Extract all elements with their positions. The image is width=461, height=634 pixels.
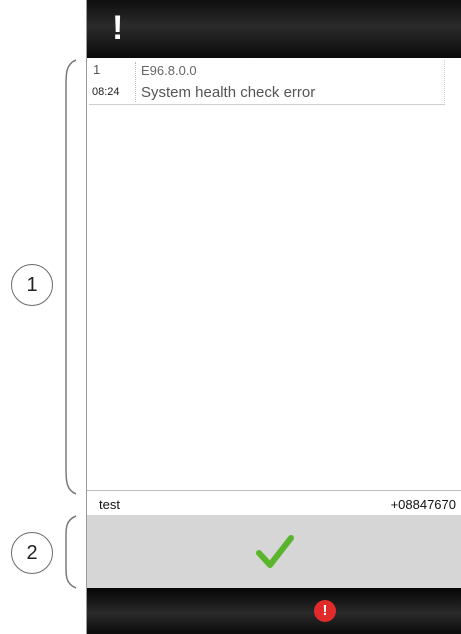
event-index: 1 [93, 62, 101, 77]
bottom-bar: ! [87, 588, 461, 634]
callout-bracket-1 [65, 59, 77, 495]
confirm-button[interactable] [87, 515, 461, 588]
error-alert-icon[interactable]: ! [314, 600, 336, 622]
event-time: 08:24 [92, 86, 120, 98]
header-bar: ! [87, 0, 461, 58]
device-value: +08847670 [390, 497, 456, 512]
callout-bracket-2 [65, 515, 77, 589]
alert-header-icon: ! [112, 9, 124, 47]
callout-number: 2 [26, 541, 38, 564]
event-list: 1 08:24 E96.8.0.0 System health check er… [87, 58, 461, 490]
list-item[interactable]: 1 08:24 E96.8.0.0 System health check er… [89, 60, 445, 105]
event-code: E96.8.0.0 [141, 63, 197, 78]
callout-1: 1 [11, 264, 53, 306]
callout-2: 2 [11, 532, 53, 574]
status-line: test +08847670 [87, 490, 461, 516]
column-divider [135, 62, 136, 102]
checkmark-icon [255, 534, 294, 568]
device-screen: ! 1 08:24 E96.8.0.0 System health check … [86, 0, 461, 634]
event-message: System health check error [141, 84, 316, 101]
device-name: test [99, 497, 120, 512]
callout-number: 1 [26, 273, 38, 296]
